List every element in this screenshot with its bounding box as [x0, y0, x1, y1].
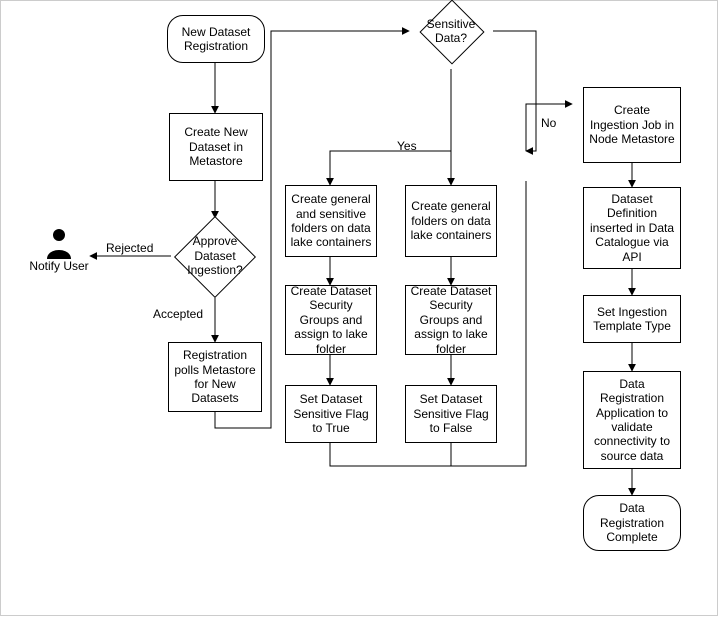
node-no-flag: Set Dataset Sensitive Flag to False [405, 385, 497, 443]
node-set-template: Set Ingestion Template Type [583, 295, 681, 343]
node-validate-label: Data Registration Application to validat… [588, 377, 676, 463]
node-complete-label: Data Registration Complete [588, 501, 676, 544]
node-no-folders: Create general folders on data lake cont… [405, 185, 497, 257]
edge-rejected-label: Rejected [106, 241, 153, 255]
node-yes-groups-label: Create Dataset Security Groups and assig… [290, 284, 372, 356]
node-poll-label: Registration polls Metastore for New Dat… [173, 348, 257, 406]
node-start: New Dataset Registration [167, 15, 265, 63]
node-catalogue-label: Dataset Definition inserted in Data Cata… [588, 192, 676, 264]
node-validate: Data Registration Application to validat… [583, 371, 681, 469]
node-create-job-label: Create Ingestion Job in Node Metastore [588, 103, 676, 146]
edge-no-label: No [541, 116, 556, 130]
node-yes-folders: Create general and sensitive folders on … [285, 185, 377, 257]
actor-notify-user: Notify User [25, 227, 93, 273]
node-no-flag-label: Set Dataset Sensitive Flag to False [410, 392, 492, 435]
node-no-groups: Create Dataset Security Groups and assig… [405, 285, 497, 355]
node-start-label: New Dataset Registration [172, 25, 260, 54]
node-set-template-label: Set Ingestion Template Type [588, 305, 676, 334]
node-poll-metastore: Registration polls Metastore for New Dat… [168, 342, 262, 412]
node-yes-flag: Set Dataset Sensitive Flag to True [285, 385, 377, 443]
actor-notify-user-label: Notify User [25, 259, 93, 273]
node-yes-folders-label: Create general and sensitive folders on … [290, 192, 372, 250]
node-sensitive-decision: Sensitive Data? [409, 1, 493, 61]
node-create-dataset-label: Create New Dataset in Metastore [174, 125, 258, 168]
node-approve-decision: Approve Dataset Ingestion? [171, 218, 259, 294]
node-complete: Data Registration Complete [583, 495, 681, 551]
node-sensitive-label: Sensitive Data? [411, 17, 491, 46]
node-yes-flag-label: Set Dataset Sensitive Flag to True [290, 392, 372, 435]
node-create-dataset: Create New Dataset in Metastore [169, 113, 263, 181]
user-icon [45, 227, 73, 259]
edge-yes-label: Yes [397, 139, 417, 153]
node-approve-label: Approve Dataset Ingestion? [173, 234, 257, 277]
node-create-job: Create Ingestion Job in Node Metastore [583, 87, 681, 163]
flowchart-canvas: New Dataset Registration Create New Data… [0, 0, 718, 616]
node-yes-groups: Create Dataset Security Groups and assig… [285, 285, 377, 355]
node-catalogue: Dataset Definition inserted in Data Cata… [583, 187, 681, 269]
node-no-groups-label: Create Dataset Security Groups and assig… [410, 284, 492, 356]
node-no-folders-label: Create general folders on data lake cont… [410, 199, 492, 242]
edge-accepted-label: Accepted [153, 307, 203, 321]
